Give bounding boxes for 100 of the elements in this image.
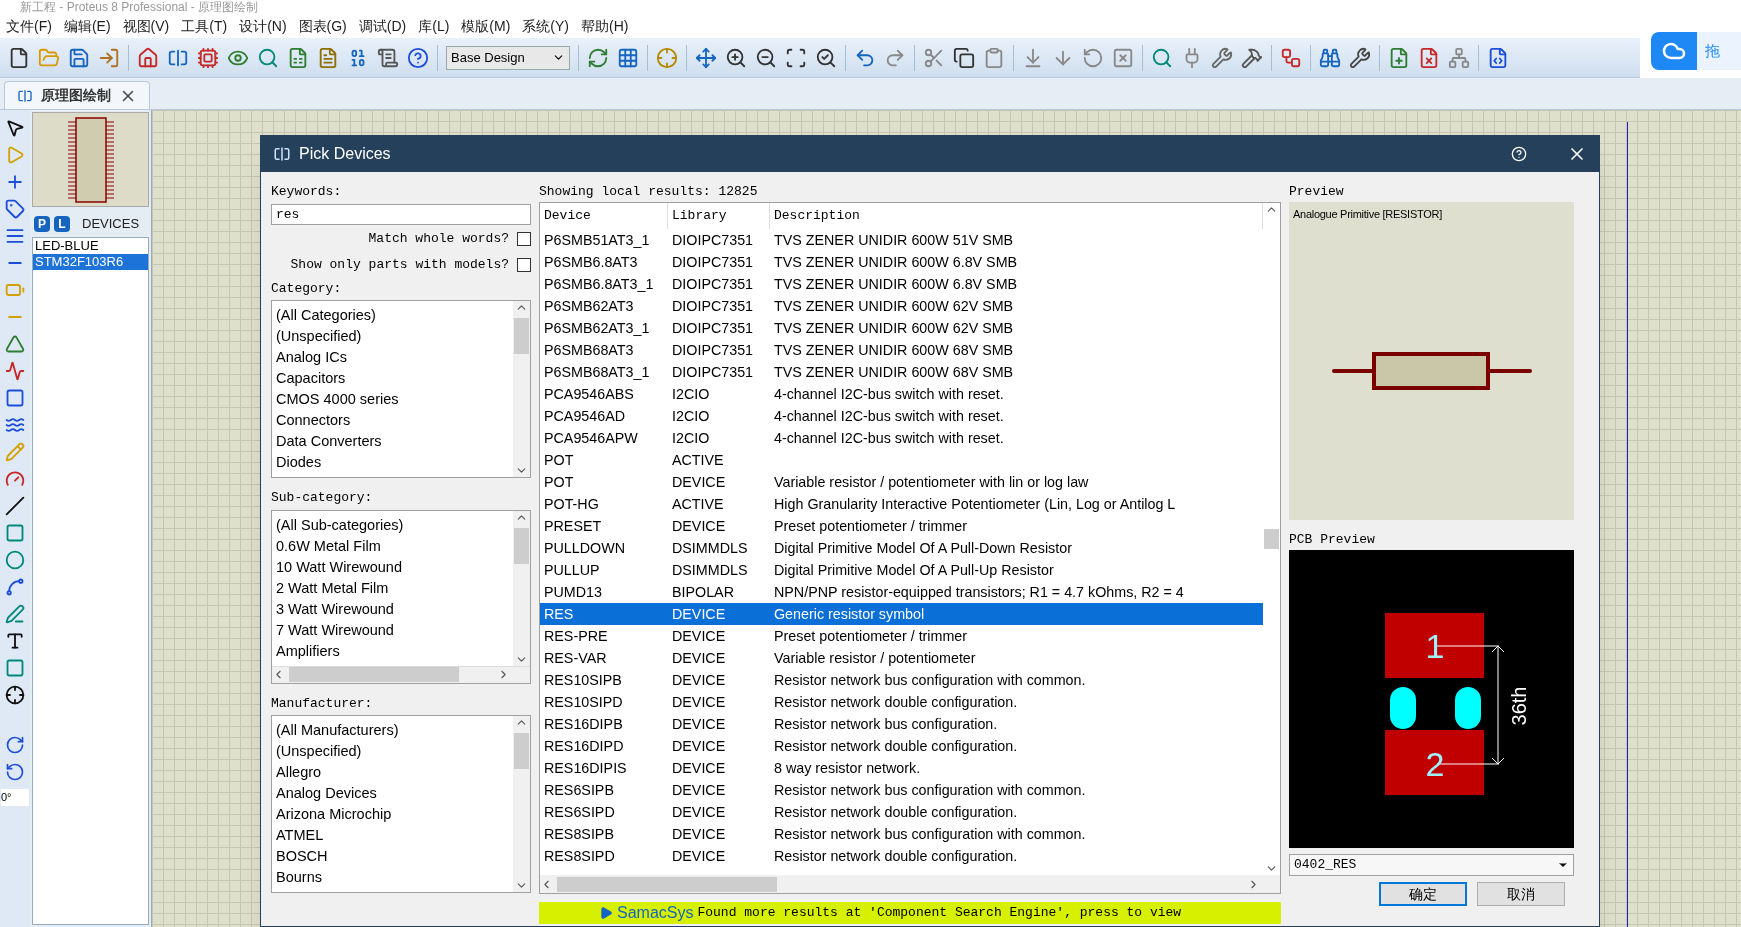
move-icon[interactable] (695, 46, 717, 69)
device-row[interactable]: P6SMB68AT3 DIOIPC7351 TVS ZENER UNIDIR 600W 68V SMB (540, 339, 1263, 361)
document-tab[interactable]: 原理图绘制 (4, 81, 150, 109)
marker-icon[interactable] (5, 685, 25, 705)
device-row[interactable]: PULLDOWN DSIMMDLS Digital Primitive Model Of A Pull-Down Resistor (540, 537, 1263, 559)
scrollbar-thumb[interactable] (289, 667, 459, 682)
device-row[interactable]: POT-HG ACTIVE High Granularity Interactive Potentiometer (Lin, Log or Antilog L (540, 493, 1263, 515)
option-checkbox[interactable] (517, 231, 531, 246)
list-item[interactable]: 3 Watt Wirewound (276, 598, 513, 620)
pick-device-icon[interactable] (1151, 46, 1173, 69)
cloud-widget[interactable] (1651, 32, 1697, 70)
list-item[interactable]: Analog Devices (276, 783, 513, 804)
graph-icon[interactable] (5, 361, 25, 381)
device-row[interactable]: PRESET DEVICE Preset potentiometer / trimmer (540, 515, 1263, 537)
menu-item[interactable]: 工具(T) (175, 15, 234, 37)
list-item[interactable]: (All Categories) (276, 305, 513, 326)
list-item[interactable]: BOSCH (276, 846, 513, 867)
menu-item[interactable]: 库(L) (412, 15, 456, 37)
list-item[interactable]: Connectors (276, 410, 513, 431)
crosshair-icon[interactable] (656, 46, 678, 69)
menu-item[interactable]: 模版(M) (455, 15, 517, 37)
arc-icon[interactable] (5, 577, 25, 597)
save-icon[interactable] (68, 46, 90, 69)
binoculars-icon[interactable] (1319, 46, 1341, 69)
copy-icon[interactable] (953, 46, 975, 69)
report-icon[interactable] (377, 46, 399, 69)
list-item[interactable]: 2 Watt Metal Film (276, 577, 513, 599)
device-row[interactable]: P6SMB68AT3_1 DIOIPC7351 TVS ZENER UNIDIR 600W 68V SMB (540, 361, 1263, 383)
scrollbar-thumb[interactable] (1264, 529, 1279, 549)
junction-icon[interactable] (5, 172, 25, 192)
scrollbar-thumb[interactable] (514, 527, 529, 564)
list-item[interactable]: 0.6W Metal Film (276, 535, 513, 557)
list-item[interactable]: (Unspecified) (276, 326, 513, 347)
device-row[interactable]: RES16DIPD DEVICE Resistor network double configuration. (540, 735, 1263, 757)
library-button[interactable]: L (54, 216, 70, 232)
hierarchy-icon[interactable] (1448, 46, 1470, 69)
device-item[interactable]: LED-BLUE (33, 238, 148, 254)
magnifier-icon[interactable] (257, 46, 279, 69)
device-row[interactable]: P6SMB62AT3 DIOIPC7351 TVS ZENER UNIDIR 600W 62V SMB (540, 295, 1263, 317)
menu-item[interactable]: 编辑(E) (57, 15, 117, 37)
block-delete-icon[interactable] (1112, 46, 1134, 69)
text-script-icon[interactable] (5, 226, 25, 246)
scrollbar-thumb[interactable] (514, 318, 529, 354)
device-row[interactable]: RES6SIPB DEVICE Resistor network bus configuration with common. (540, 779, 1263, 801)
menu-item[interactable]: 设计(N) (233, 15, 293, 37)
text-icon[interactable] (5, 631, 25, 651)
device-row[interactable]: PCA9546AD I2CIO 4-channel I2C-bus switch with reset. (540, 405, 1263, 427)
device-row[interactable]: POT ACTIVE (540, 449, 1263, 471)
zoom-out-icon[interactable] (755, 46, 777, 69)
circle-icon[interactable] (5, 550, 25, 570)
scrollbar-thumb[interactable] (557, 876, 777, 892)
list-item[interactable]: Arizona Microchip (276, 804, 513, 825)
device-row[interactable]: PCA9546APW I2CIO 4-channel I2C-bus switch with reset. (540, 427, 1263, 449)
hammer-icon[interactable] (1241, 46, 1263, 69)
device-row[interactable]: RES10SIPB DEVICE Resistor network bus configuration with common. (540, 669, 1263, 691)
device-row[interactable]: PULLUP DSIMMDLS Digital Primitive Model Of A Pull-Up Resistor (540, 559, 1263, 581)
cut-icon[interactable] (923, 46, 945, 69)
box-icon[interactable] (5, 523, 25, 543)
dialog-button[interactable]: 确定 (1379, 882, 1467, 906)
document-icon[interactable] (317, 46, 339, 69)
list-item[interactable]: Analog ICs (276, 347, 513, 368)
menu-item[interactable]: 系统(Y) (516, 15, 575, 37)
column-header[interactable]: Device (540, 203, 668, 229)
scrollbar-thumb[interactable] (514, 733, 529, 769)
library-button[interactable]: P (34, 216, 50, 232)
design-dropdown[interactable]: Base Design (446, 45, 570, 70)
pointer-icon[interactable] (5, 118, 25, 138)
list-item[interactable]: Bourns (276, 867, 513, 888)
device-row[interactable]: PUMD13 BIPOLAR NPN/PNP resistor-equipped transistors; R1 = 4.7 kOhms, R2 = 4 (540, 581, 1263, 603)
new-file-icon[interactable] (8, 46, 30, 69)
samacsys-banner[interactable]: SamacSys Found more results at 'Component Search Engine', press to view (539, 902, 1281, 924)
list-item[interactable]: (All Manufacturers) (276, 720, 513, 741)
option-checkbox[interactable] (517, 257, 531, 272)
label-icon[interactable] (5, 199, 25, 219)
grid-icon[interactable] (617, 46, 639, 69)
list-item[interactable]: Diodes (276, 452, 513, 473)
meter-icon[interactable] (5, 469, 25, 489)
menu-item[interactable]: 调试(D) (352, 15, 413, 37)
dialog-button[interactable]: 取消 (1477, 882, 1565, 906)
menu-item[interactable]: 视图(V) (116, 15, 176, 37)
list-item[interactable]: (All Sub-categories) (276, 514, 513, 536)
rotate-clockwise-icon[interactable] (5, 735, 25, 755)
device-row[interactable]: P6SMB62AT3_1 DIOIPC7351 TVS ZENER UNIDIR 600W 62V SMB (540, 317, 1263, 339)
list-item[interactable]: Allegro (276, 762, 513, 783)
path-icon[interactable] (5, 604, 25, 624)
package-dropdown[interactable]: 0402_RES (1289, 854, 1574, 876)
device-row[interactable]: PCA9546ABS I2CIO 4-channel I2C-bus switch with reset. (540, 383, 1263, 405)
list-item[interactable]: Capacitors (276, 368, 513, 389)
device-row[interactable]: RES16DIPB DEVICE Resistor network bus configuration. (540, 713, 1263, 735)
delete-sheet-icon[interactable] (1418, 46, 1440, 69)
device-row[interactable]: RES-VAR DEVICE Variable resistor / potentiometer (540, 647, 1263, 669)
chip-icon[interactable] (197, 46, 219, 69)
device-item[interactable]: STM32F103R6 (33, 254, 148, 270)
device-row[interactable]: RES6SIPD DEVICE Resistor network double configuration. (540, 801, 1263, 823)
device-row[interactable]: RES10SIPD DEVICE Resistor network double configuration. (540, 691, 1263, 713)
help-icon[interactable] (407, 46, 429, 69)
device-row[interactable]: RES8SIPD DEVICE Resistor network double configuration. (540, 845, 1263, 867)
list-item[interactable]: Data Converters (276, 431, 513, 452)
menu-item[interactable]: 帮助(H) (575, 15, 635, 37)
device-row[interactable]: RES-PRE DEVICE Preset potentiometer / trimmer (540, 625, 1263, 647)
